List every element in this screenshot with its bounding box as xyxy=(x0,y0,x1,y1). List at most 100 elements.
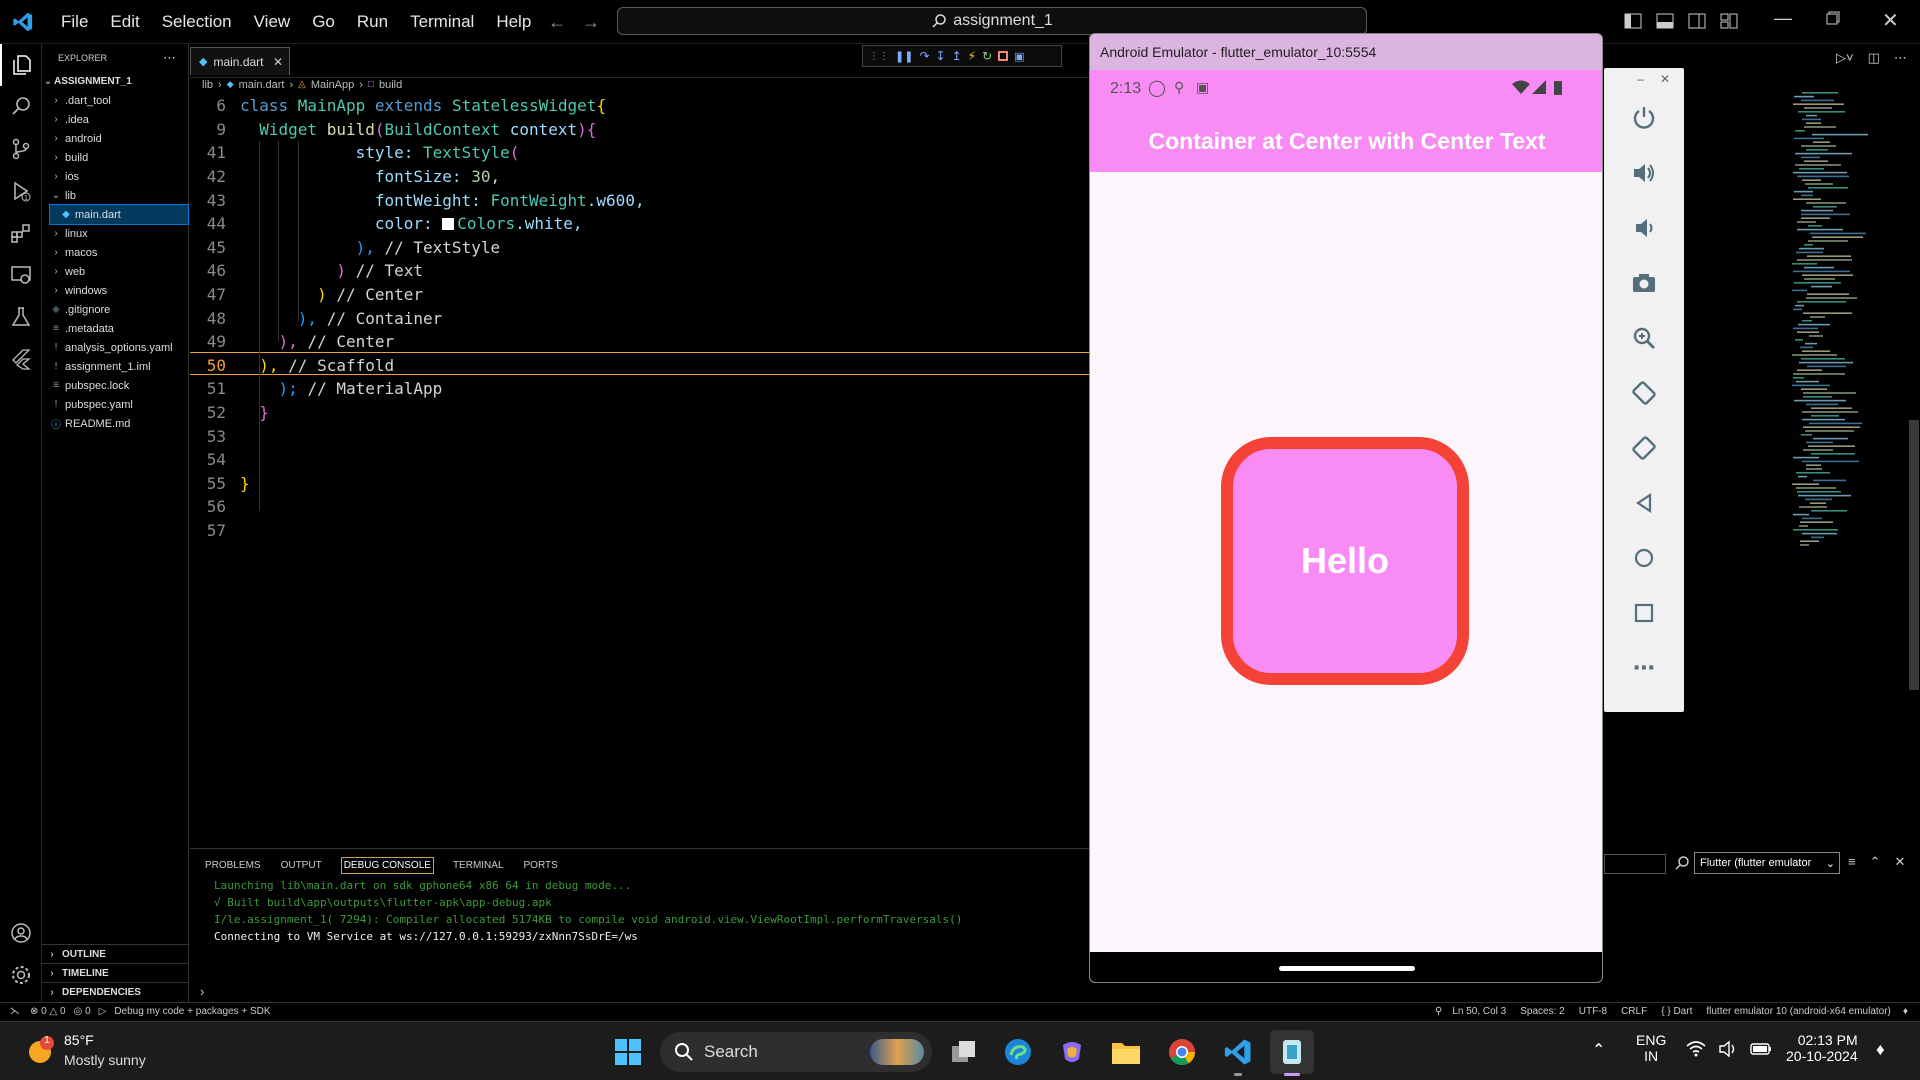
tree-item-dart-tool[interactable]: › .dart_tool xyxy=(42,91,188,110)
minimize-icon[interactable]: — xyxy=(1774,8,1792,29)
pause-icon[interactable]: ❚❚ xyxy=(895,50,913,63)
volume-down-icon[interactable] xyxy=(1604,200,1684,255)
step-over-icon[interactable]: ↷ xyxy=(919,49,929,63)
tree-item-readme-md[interactable]: ⓘ README.md xyxy=(42,414,188,433)
restart-icon[interactable]: ↻ xyxy=(982,49,992,63)
device-selector[interactable]: flutter emulator 10 (android-x64 emulato… xyxy=(1706,1006,1903,1017)
debug-session-select[interactable]: Flutter (flutter emulator ⌄ xyxy=(1694,852,1840,874)
show-hidden-icons-chevron-icon[interactable]: ⌃ xyxy=(1592,1040,1605,1060)
toggle-panel-icon[interactable] xyxy=(1656,12,1674,30)
more-options-icon[interactable]: ⋯ xyxy=(1604,640,1684,695)
back-arrow-icon[interactable]: ← xyxy=(548,12,566,33)
tree-item-main-dart[interactable]: ◆ main.dart xyxy=(49,204,189,225)
customize-layout-icon[interactable] xyxy=(1720,12,1738,30)
zoom-icon[interactable] xyxy=(1604,310,1684,365)
back-icon[interactable] xyxy=(1604,475,1684,530)
menu-edit[interactable]: Edit xyxy=(99,12,150,32)
notification-bell-icon[interactable]: ♦ xyxy=(1876,1040,1885,1060)
tab-terminal[interactable]: TERMINAL xyxy=(452,857,505,874)
devtools-icon[interactable]: ▣ xyxy=(1014,50,1024,63)
flutter-icon[interactable] xyxy=(0,338,42,380)
tree-item-pubspec-yaml[interactable]: ! pubspec.yaml xyxy=(42,395,188,414)
tree-item-ios[interactable]: › ios xyxy=(42,167,188,186)
copilot-icon[interactable] xyxy=(1050,1030,1094,1074)
close-tab-icon[interactable]: ✕ xyxy=(273,55,283,69)
remote-explorer-icon[interactable] xyxy=(0,254,42,296)
vscode-taskbar-icon[interactable] xyxy=(1216,1030,1260,1076)
menu-view[interactable]: View xyxy=(243,12,302,32)
menu-go[interactable]: Go xyxy=(301,12,346,32)
tree-item-macos[interactable]: › macos xyxy=(42,243,188,262)
zoom-icon[interactable]: ⚲ xyxy=(1435,1006,1452,1017)
weather-desc[interactable]: Mostly sunny xyxy=(64,1052,146,1068)
command-center-search[interactable]: assignment_1 xyxy=(617,7,1367,35)
menu-file[interactable]: File xyxy=(50,12,99,32)
breadcrumb-lib[interactable]: lib xyxy=(202,79,213,91)
toggle-sidebar-icon[interactable] xyxy=(1624,12,1642,30)
maximize-panel-icon[interactable]: ⌃ xyxy=(1870,854,1881,870)
task-view-icon[interactable] xyxy=(942,1030,986,1074)
rotate-left-icon[interactable] xyxy=(1604,365,1684,420)
weather-widget-icon[interactable]: 1 xyxy=(24,1034,58,1068)
source-control-icon[interactable] xyxy=(0,128,42,170)
menu-run[interactable]: Run xyxy=(346,12,399,32)
step-out-icon[interactable]: ↥ xyxy=(952,49,962,63)
menu-terminal[interactable]: Terminal xyxy=(399,12,485,32)
line-ending[interactable]: CRLF xyxy=(1621,1006,1661,1017)
cursor-position[interactable]: Ln 50, Col 3 xyxy=(1452,1006,1520,1017)
breadcrumb-file[interactable]: main.dart xyxy=(239,79,285,91)
tab-ports[interactable]: PORTS xyxy=(523,857,559,874)
tree-item-web[interactable]: › web xyxy=(42,262,188,281)
drag-handle-icon[interactable]: ⋮⋮ xyxy=(869,51,889,62)
tab-main-dart[interactable]: ◆ main.dart ✕ xyxy=(190,47,290,75)
tab-debug-console[interactable]: DEBUG CONSOLE xyxy=(340,857,434,874)
split-editor-icon[interactable]: ◫ xyxy=(1868,50,1880,66)
overview-icon[interactable] xyxy=(1604,585,1684,640)
workspace-root[interactable]: ⌄ ASSIGNMENT_1 xyxy=(42,72,188,91)
remote-indicator-icon[interactable]: ⋋ xyxy=(0,1006,30,1017)
problems-status[interactable]: ⊗ 0 △ 0 xyxy=(30,1006,74,1017)
forward-arrow-icon[interactable]: → xyxy=(582,12,600,33)
power-icon[interactable] xyxy=(1604,90,1684,145)
volume-up-icon[interactable] xyxy=(1604,145,1684,200)
console-filter-input[interactable] xyxy=(1604,854,1666,874)
run-debug-icon[interactable]: 1 xyxy=(0,170,42,212)
language-indicator[interactable]: ENG IN xyxy=(1636,1032,1666,1064)
run-debug-dropdown-icon[interactable]: ▷˅ xyxy=(1836,50,1854,66)
edge-browser-icon[interactable] xyxy=(996,1030,1040,1074)
manage-gear-icon[interactable] xyxy=(0,954,42,996)
tree-item-metadata[interactable]: ≡ .metadata xyxy=(42,319,188,338)
chrome-browser-icon[interactable] xyxy=(1160,1030,1204,1074)
tree-item-idea[interactable]: › .idea xyxy=(42,110,188,129)
language-mode[interactable]: { } Dart xyxy=(1661,1006,1706,1017)
close-panel-icon[interactable]: ✕ xyxy=(1895,854,1906,870)
close-icon[interactable]: ✕ xyxy=(1882,8,1899,33)
tree-item-lib[interactable]: ⌄ lib xyxy=(42,186,188,205)
start-windows-icon[interactable] xyxy=(606,1030,650,1074)
menu-selection[interactable]: Selection xyxy=(151,12,243,32)
emulator-minimize-icon[interactable]: – xyxy=(1637,72,1644,90)
breadcrumb-class[interactable]: MainApp xyxy=(311,79,354,91)
console-prompt-chevron-icon[interactable]: › xyxy=(200,984,204,999)
testing-icon[interactable] xyxy=(0,296,42,338)
color-swatch[interactable] xyxy=(442,218,455,231)
debug-config-icon[interactable]: ▷ xyxy=(99,1006,115,1017)
extensions-icon[interactable] xyxy=(0,212,42,254)
explorer-icon[interactable] xyxy=(0,44,42,86)
emulator-titlebar[interactable]: Android Emulator - flutter_emulator_10:5… xyxy=(1090,34,1602,70)
screenshot-camera-icon[interactable] xyxy=(1604,255,1684,310)
system-tray[interactable] xyxy=(1686,1040,1772,1058)
accounts-icon[interactable] xyxy=(0,912,42,954)
more-actions-icon[interactable]: ⋯ xyxy=(1894,50,1907,66)
tab-output[interactable]: OUTPUT xyxy=(280,857,323,874)
editor-scrollbar[interactable] xyxy=(1909,420,1919,690)
indentation[interactable]: Spaces: 2 xyxy=(1520,1006,1578,1017)
minimap[interactable] xyxy=(1786,92,1906,562)
toggle-secondary-sidebar-icon[interactable] xyxy=(1688,12,1706,30)
dependencies-section[interactable]: › DEPENDENCIES xyxy=(42,982,189,1001)
tree-item-gitignore[interactable]: ◆ .gitignore xyxy=(42,300,188,319)
tree-item-windows[interactable]: › windows xyxy=(42,281,188,300)
home-gesture-handle[interactable] xyxy=(1279,965,1415,971)
notifications-icon[interactable]: ♦ xyxy=(1903,1006,1920,1017)
rotate-right-icon[interactable] xyxy=(1604,420,1684,475)
